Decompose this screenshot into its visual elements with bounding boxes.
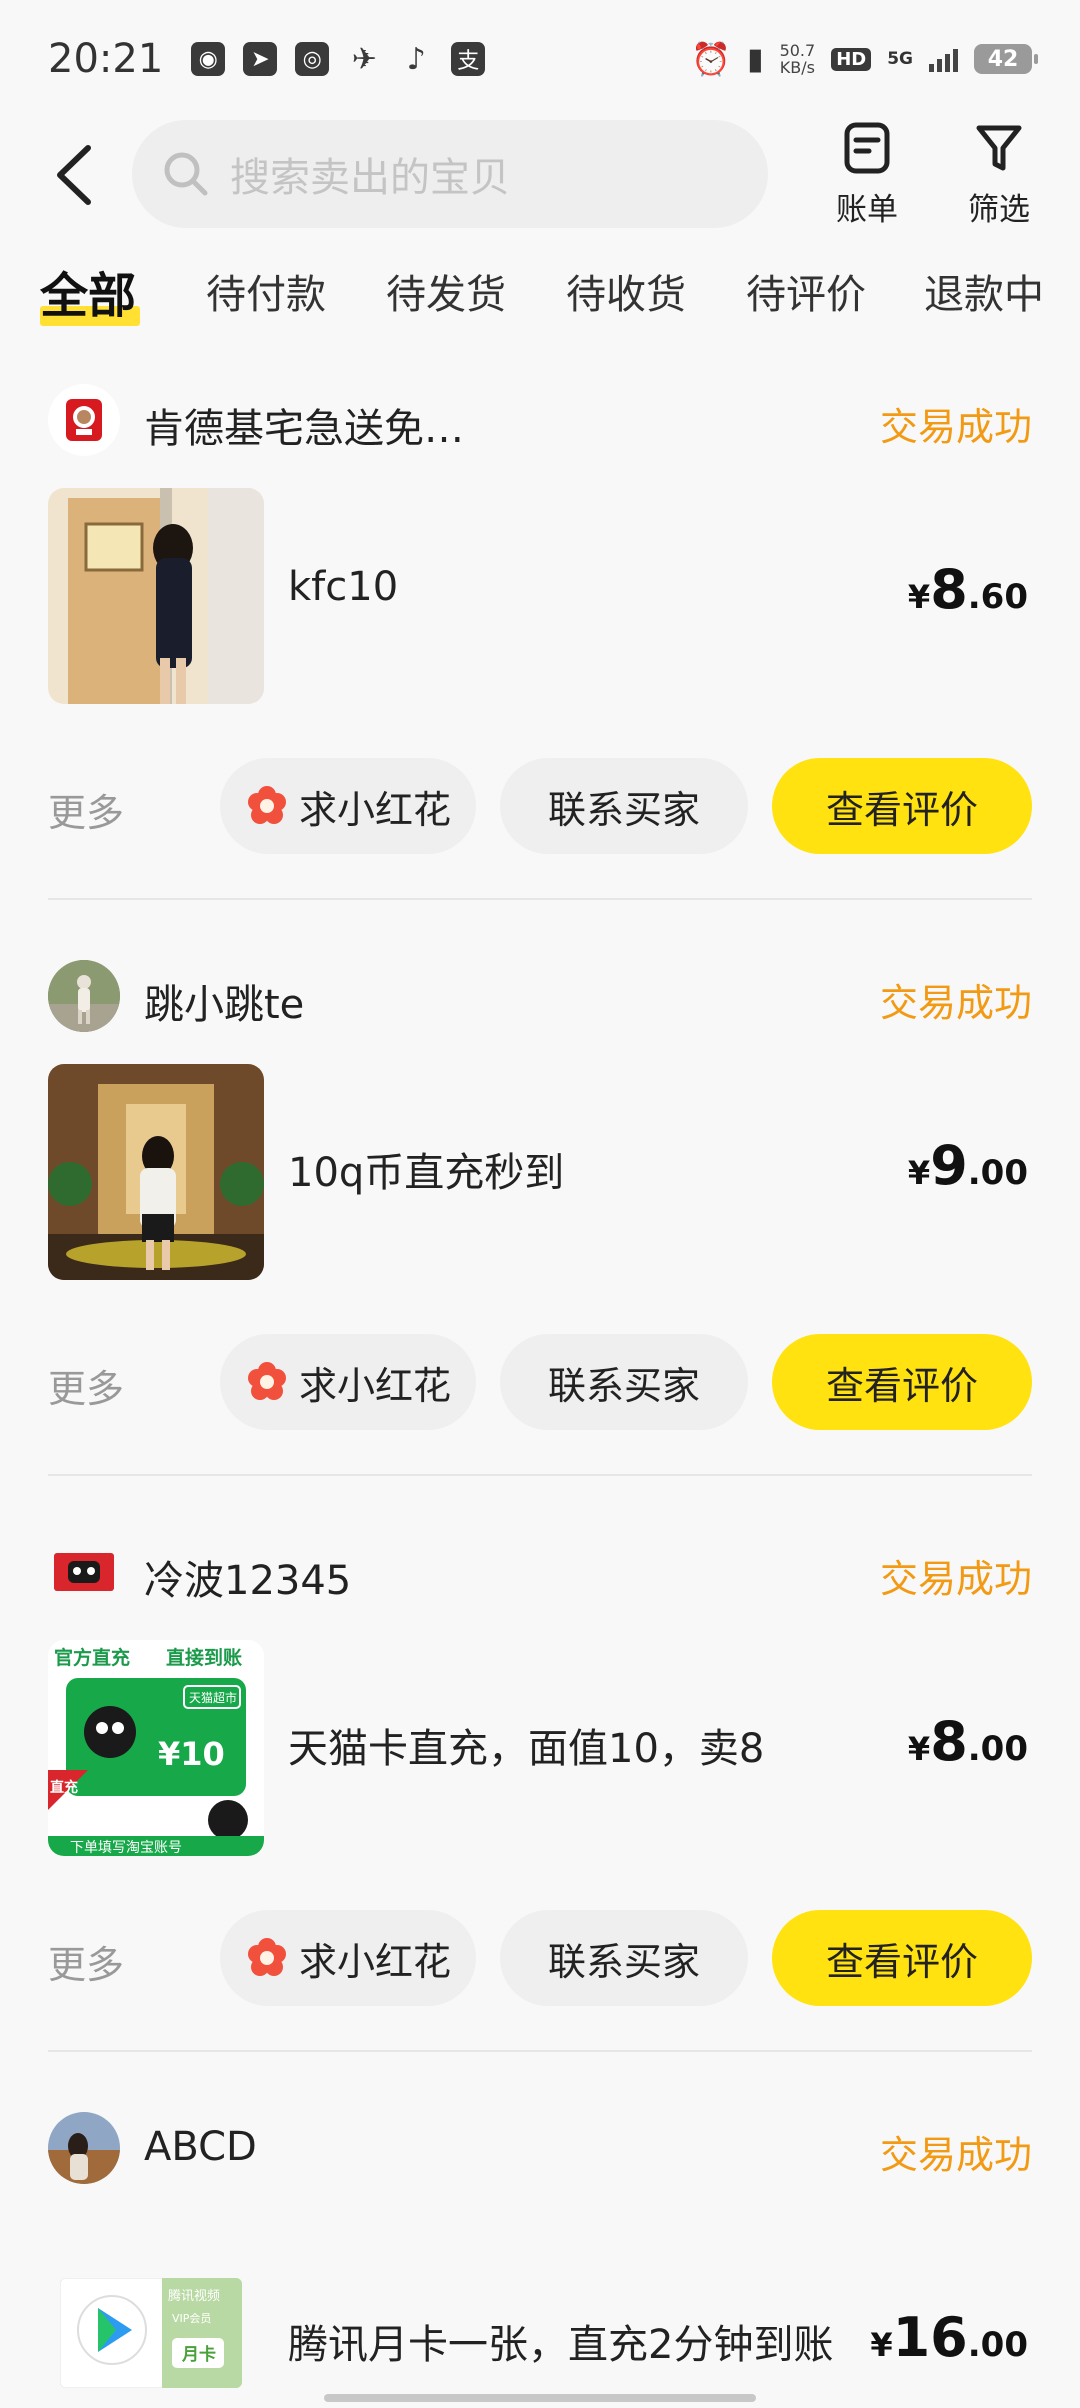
system-indicators: ⏰ ▮ 50.7 KB/s HD 5G 42 — [691, 40, 1038, 78]
divider — [48, 1474, 1032, 1476]
tab-refunding[interactable]: 退款中 — [924, 262, 1044, 320]
network-type: 5G — [887, 49, 913, 69]
item-price: ¥8.60 — [907, 558, 1028, 621]
tab-pending-shipment[interactable]: 待发货 — [386, 262, 506, 320]
item-thumbnail[interactable]: 腾讯视频 VIP会员 月卡 — [60, 2278, 242, 2388]
network-speed: 50.7 KB/s — [779, 41, 816, 77]
tab-pending-payment[interactable]: 待付款 — [206, 262, 326, 320]
kfc-avatar — [48, 384, 120, 456]
item-thumbnail[interactable] — [48, 1064, 264, 1280]
item-title[interactable]: kfc10 — [288, 564, 398, 610]
shop-avatar — [48, 2112, 120, 2184]
contact-buyer-button[interactable]: 联系买家 — [500, 758, 748, 854]
order-card: 肯德基宅急送免… 交易成功 kfc10 ¥8.60 更多 求小红花 联系买家 查… — [0, 384, 1080, 904]
svg-text:¥10: ¥10 — [158, 1735, 225, 1773]
bill-button[interactable]: 账单 — [822, 120, 912, 229]
item-title[interactable]: 腾讯月卡一张，直充2分钟到账 — [288, 2312, 833, 2370]
shop-name: 肯德基宅急送免… — [144, 406, 464, 452]
request-flower-button[interactable]: 求小红花 — [220, 1910, 476, 2006]
shop-name: ABCD — [144, 2124, 257, 2170]
item-price: ¥16.00 — [870, 2306, 1028, 2369]
more-button[interactable]: 更多 — [48, 782, 124, 837]
top-bar: 搜索卖出的宝贝 账单 筛选 — [0, 120, 1080, 232]
more-button[interactable]: 更多 — [48, 1934, 124, 1989]
item-title[interactable]: 天猫卡直充，面值10，卖8 — [288, 1716, 764, 1774]
view-review-button[interactable]: 查看评价 — [772, 758, 1032, 854]
shop-row[interactable]: ABCD 交易成功 — [48, 2112, 1032, 2184]
filter-label: 筛选 — [968, 192, 1030, 228]
order-status: 交易成功 — [879, 981, 1032, 1025]
svg-text:腾讯视频: 腾讯视频 — [168, 2288, 220, 2304]
filter-icon — [976, 125, 1022, 171]
notification-icons: ◉ ➤ ◎ ✈ ♪ 支 — [191, 41, 486, 77]
back-button[interactable] — [48, 140, 108, 210]
telegram-icon: ➤ — [243, 42, 278, 76]
chevron-left-icon — [57, 145, 91, 205]
svg-text:下单填写淘宝账号: 下单填写淘宝账号 — [70, 1840, 182, 1856]
alipay-icon: 支 — [451, 42, 486, 76]
item-title[interactable]: 10q币直充秒到 — [288, 1140, 564, 1198]
status-bar: 20:21 ◉ ➤ ◎ ✈ ♪ 支 ⏰ ▮ 50.7 KB/s HD 5G 42 — [0, 0, 1080, 118]
status-time: 20:21 — [48, 36, 164, 82]
bill-icon — [844, 122, 890, 174]
more-button[interactable]: 更多 — [48, 1358, 124, 1413]
order-card: 冷波12345 交易成功 官方直充 直接到账 天猫超市 ¥10 直充 下单填写淘… — [0, 1536, 1080, 2056]
order-status: 交易成功 — [879, 405, 1032, 449]
order-card: 跳小跳te 交易成功 10q币直充秒到 ¥9.00 更多 求小红花 联系买家 查… — [0, 960, 1080, 1480]
request-flower-button[interactable]: 求小红花 — [220, 758, 476, 854]
item-thumbnail[interactable]: 官方直充 直接到账 天猫超市 ¥10 直充 下单填写淘宝账号 — [48, 1640, 264, 1856]
item-price: ¥9.00 — [907, 1134, 1028, 1197]
shop-row[interactable]: 跳小跳te 交易成功 — [48, 960, 1032, 1032]
order-tabs: 全部 待付款 待发货 待收货 待评价 退款中 — [0, 262, 1080, 342]
order-actions: 更多 求小红花 联系买家 查看评价 — [48, 758, 1032, 854]
view-review-button[interactable]: 查看评价 — [772, 1910, 1032, 2006]
view-review-button[interactable]: 查看评价 — [772, 1334, 1032, 1430]
shop-row[interactable]: 肯德基宅急送免… 交易成功 — [48, 384, 1032, 456]
signal-icon — [929, 46, 958, 72]
red-flower-icon — [247, 786, 286, 824]
search-icon — [164, 152, 208, 196]
bill-label: 账单 — [836, 192, 898, 228]
order-status: 交易成功 — [879, 2133, 1032, 2177]
battery-icon: 42 — [974, 44, 1038, 74]
shop-name: 冷波12345 — [144, 1558, 352, 1604]
order-card: ABCD 交易成功 腾讯视频 VIP会员 月卡 腾讯月卡一张，直充2分钟到账 ¥… — [0, 2112, 1080, 2408]
wechat-icon: ◎ — [295, 42, 330, 76]
svg-text:月卡: 月卡 — [181, 2344, 216, 2365]
contact-buyer-button[interactable]: 联系买家 — [500, 1334, 748, 1430]
svg-text:官方直充: 官方直充 — [54, 1646, 130, 1669]
order-status: 交易成功 — [879, 1557, 1032, 1601]
home-indicator[interactable] — [324, 2394, 756, 2402]
shop-name: 跳小跳te — [144, 982, 305, 1028]
svg-text:直充: 直充 — [50, 1779, 78, 1796]
tmall-avatar — [48, 1536, 120, 1608]
red-flower-icon — [247, 1362, 286, 1400]
alarm-icon: ⏰ — [691, 40, 732, 78]
hd-badge: HD — [831, 47, 872, 71]
svg-text:天猫超市: 天猫超市 — [189, 1690, 237, 1705]
vibrate-icon: ▮ — [747, 41, 764, 77]
divider — [48, 2050, 1032, 2052]
tiktok-icon: ♪ — [406, 41, 426, 77]
game-app-icon: ◉ — [191, 42, 226, 76]
svg-text:直接到账: 直接到账 — [166, 1646, 242, 1669]
item-thumbnail[interactable] — [48, 488, 264, 704]
shop-avatar — [48, 960, 120, 1032]
search-placeholder: 搜索卖出的宝贝 — [230, 155, 510, 201]
divider — [48, 898, 1032, 900]
bird-app-icon: ✈ — [351, 41, 377, 77]
order-actions: 更多 求小红花 联系买家 查看评价 — [48, 1334, 1032, 1430]
item-price: ¥8.00 — [907, 1710, 1028, 1773]
request-flower-button[interactable]: 求小红花 — [220, 1334, 476, 1430]
red-flower-icon — [247, 1938, 286, 1976]
filter-button[interactable]: 筛选 — [954, 120, 1044, 229]
tab-pending-receipt[interactable]: 待收货 — [566, 262, 686, 320]
tab-all[interactable]: 全部 — [40, 256, 136, 326]
svg-text:VIP会员: VIP会员 — [172, 2312, 211, 2325]
search-input[interactable]: 搜索卖出的宝贝 — [132, 120, 768, 228]
contact-buyer-button[interactable]: 联系买家 — [500, 1910, 748, 2006]
tab-pending-review[interactable]: 待评价 — [746, 262, 866, 320]
order-actions: 更多 求小红花 联系买家 查看评价 — [48, 1910, 1032, 2006]
shop-row[interactable]: 冷波12345 交易成功 — [48, 1536, 1032, 1608]
